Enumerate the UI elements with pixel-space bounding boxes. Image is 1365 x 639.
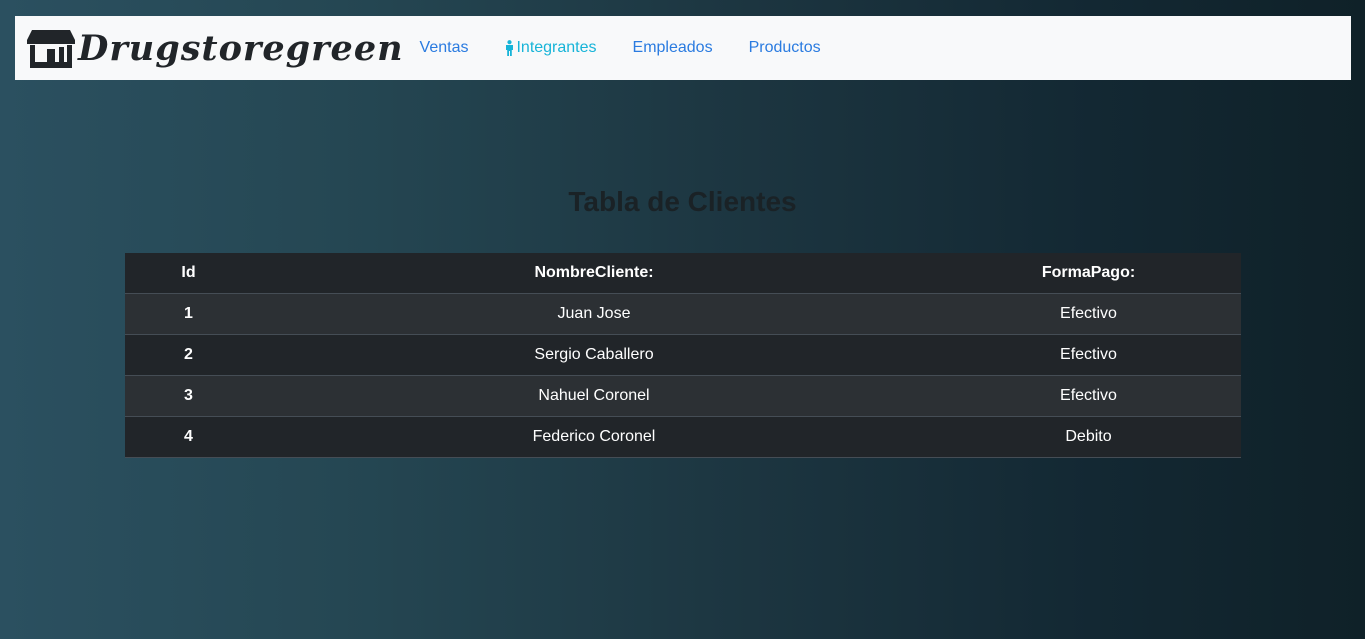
column-header-forma-pago: FormaPago: bbox=[936, 253, 1241, 294]
navbar: Drugstoregreen Ventas Integrantes Emplea… bbox=[15, 16, 1351, 80]
table-row: 3 Nahuel Coronel Efectivo bbox=[125, 375, 1241, 417]
nav-link-ventas[interactable]: Ventas bbox=[420, 39, 469, 57]
table-row: 4 Federico Coronel Debito bbox=[125, 416, 1241, 458]
nav-links: Ventas Integrantes Empleados Productos bbox=[420, 39, 857, 57]
table-row: 1 Juan Jose Efectivo bbox=[125, 293, 1241, 335]
nav-link-productos[interactable]: Productos bbox=[749, 39, 821, 57]
cell-nombre-cliente: Juan Jose bbox=[252, 293, 936, 335]
cell-forma-pago: Efectivo bbox=[936, 334, 1241, 376]
store-icon bbox=[27, 30, 75, 68]
brand[interactable]: Drugstoregreen bbox=[26, 16, 404, 80]
nav-link-label: Integrantes bbox=[516, 39, 597, 56]
person-icon bbox=[506, 40, 514, 56]
nav-link-label: Ventas bbox=[419, 39, 469, 56]
cell-nombre-cliente: Nahuel Coronel bbox=[252, 375, 936, 417]
cell-id: 3 bbox=[125, 375, 252, 417]
nav-link-label: Empleados bbox=[632, 39, 713, 56]
cell-nombre-cliente: Federico Coronel bbox=[252, 416, 936, 458]
cell-forma-pago: Efectivo bbox=[936, 375, 1241, 417]
nav-link-label: Productos bbox=[748, 39, 821, 56]
cell-forma-pago: Debito bbox=[936, 416, 1241, 458]
cell-id: 1 bbox=[125, 293, 252, 335]
page-title: Tabla de Clientes bbox=[568, 186, 797, 217]
cell-id: 2 bbox=[125, 334, 252, 376]
nav-link-integrantes[interactable]: Integrantes bbox=[504, 39, 597, 57]
column-header-id: Id bbox=[125, 253, 252, 294]
clients-table: Id NombreCliente: FormaPago: 1 Juan Jose… bbox=[125, 253, 1241, 458]
cell-nombre-cliente: Sergio Caballero bbox=[252, 334, 936, 376]
cell-id: 4 bbox=[125, 416, 252, 458]
brand-name: Drugstoregreen bbox=[78, 27, 404, 69]
nav-link-empleados[interactable]: Empleados bbox=[633, 39, 713, 57]
table-header-row: Id NombreCliente: FormaPago: bbox=[125, 253, 1241, 294]
column-header-nombre-cliente: NombreCliente: bbox=[252, 253, 936, 294]
cell-forma-pago: Efectivo bbox=[936, 293, 1241, 335]
table-row: 2 Sergio Caballero Efectivo bbox=[125, 334, 1241, 376]
